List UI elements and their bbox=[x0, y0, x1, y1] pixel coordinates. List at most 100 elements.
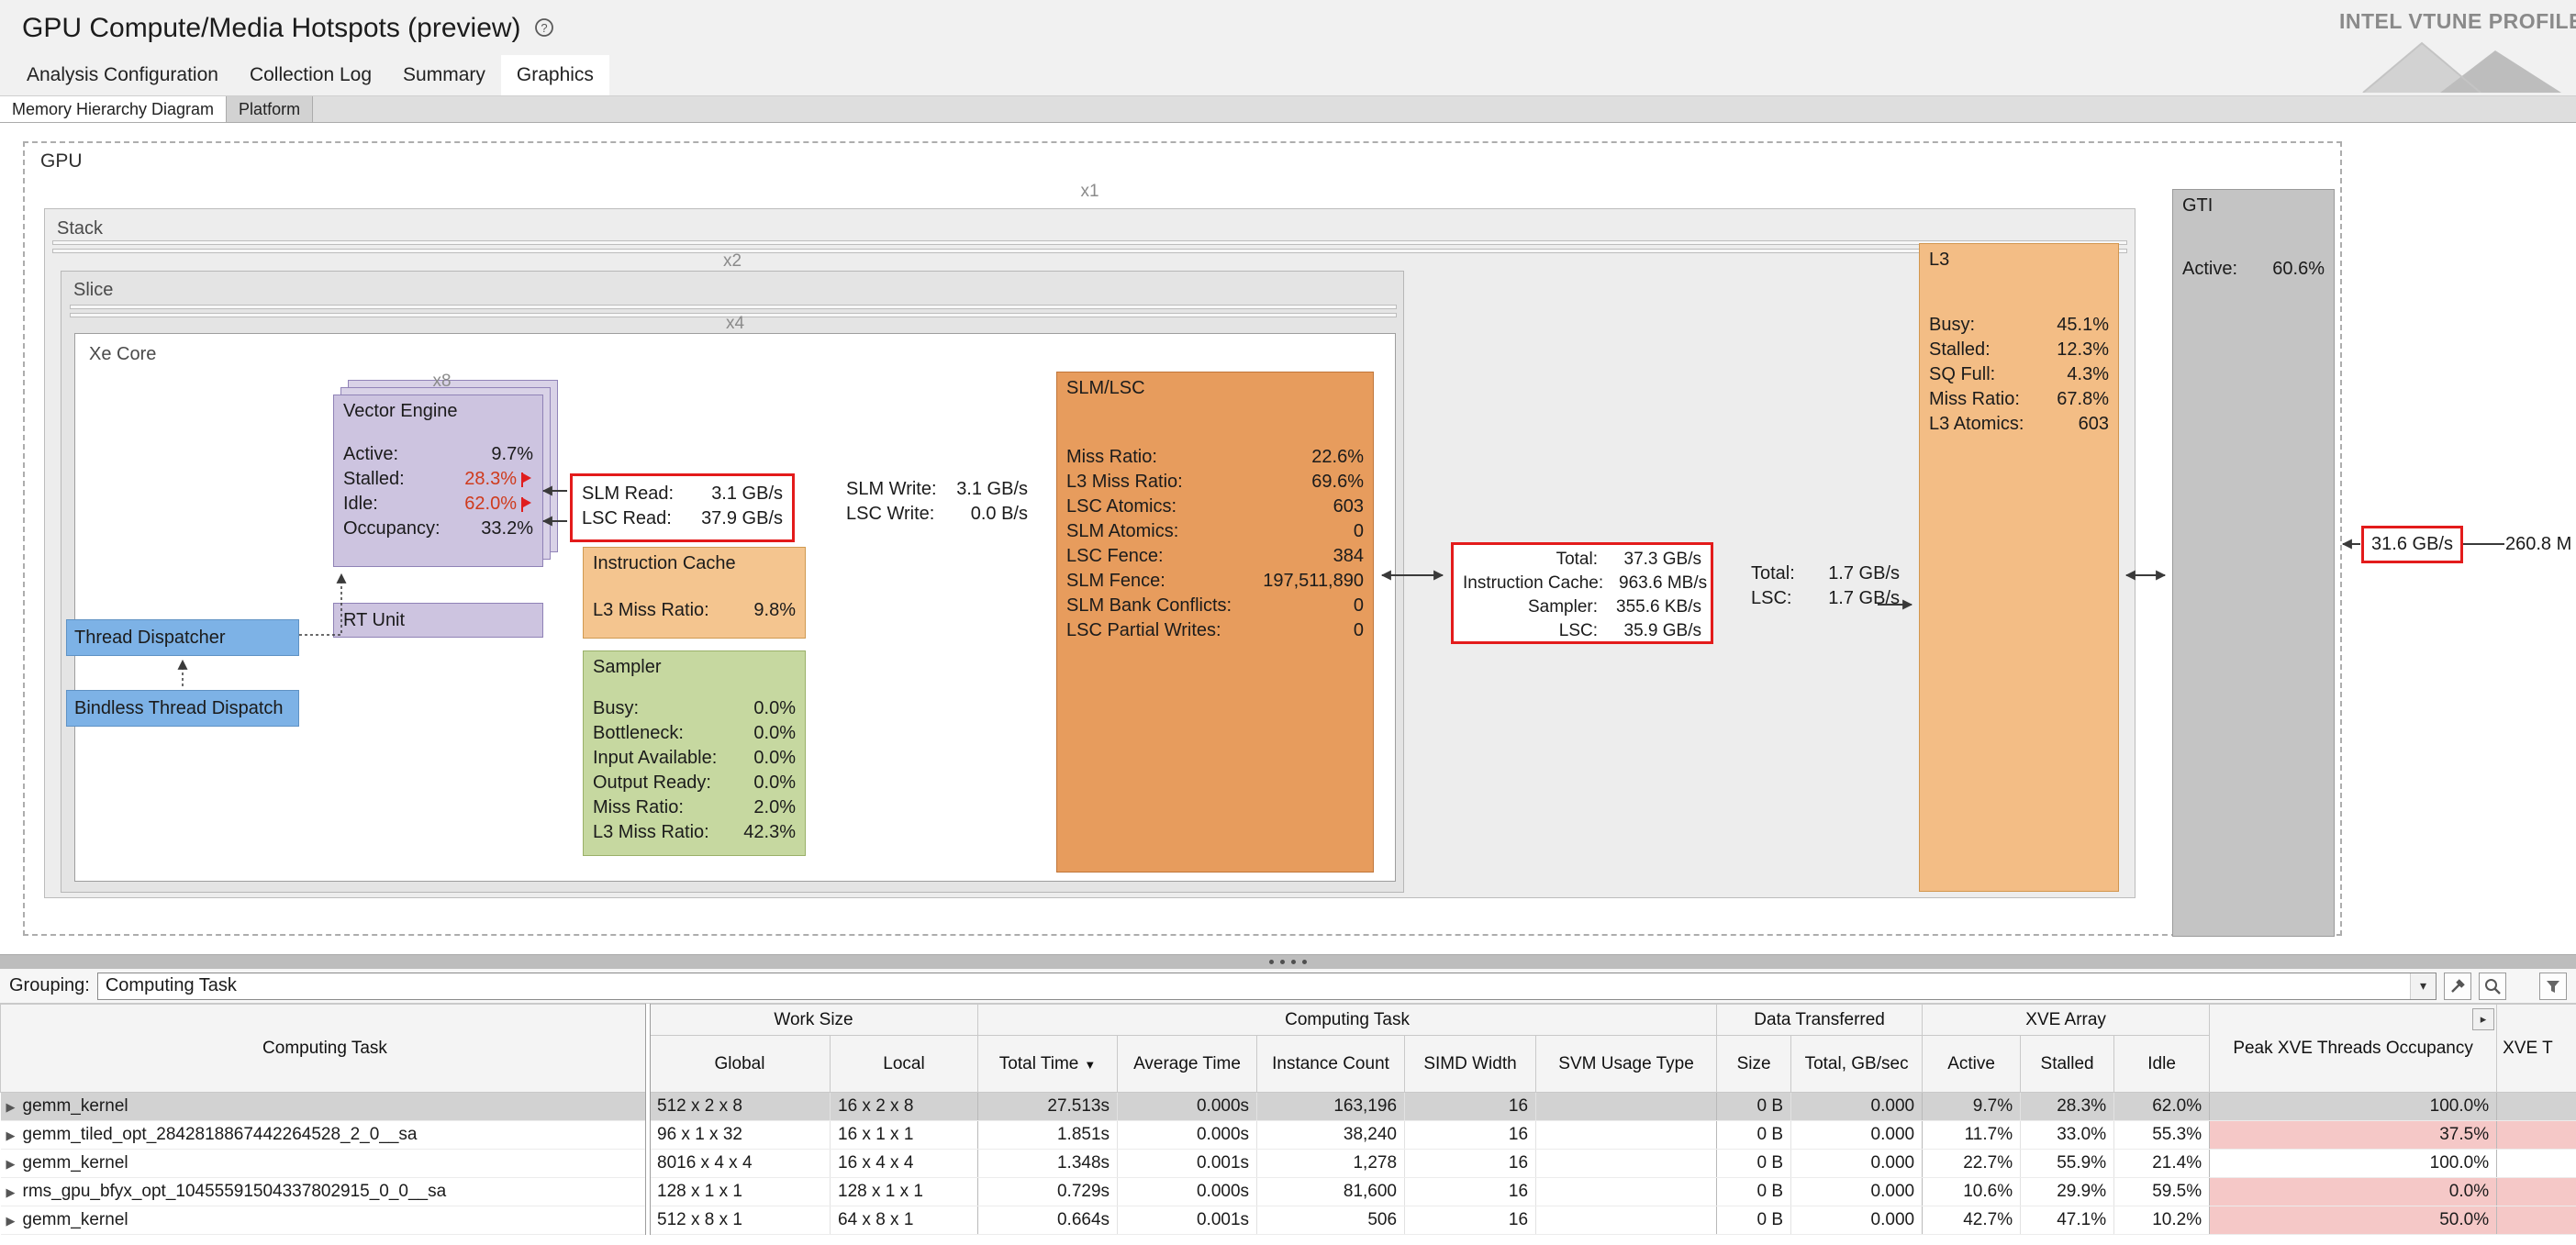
grouping-dropdown[interactable]: Computing Task ▾ bbox=[97, 973, 2437, 1000]
sort-desc-icon: ▼ bbox=[1084, 1058, 1096, 1072]
metric-label: SLM Write: bbox=[846, 477, 956, 502]
sampler-title: Sampler bbox=[584, 651, 805, 678]
col-idle[interactable]: Idle bbox=[2114, 1036, 2210, 1093]
expand-row-icon[interactable]: ▶ bbox=[6, 1214, 16, 1228]
metric-label: LSC: bbox=[1751, 586, 1828, 611]
col-active[interactable]: Active bbox=[1923, 1036, 2021, 1093]
tab-collection-log[interactable]: Collection Log bbox=[234, 55, 387, 95]
subtab-platform[interactable]: Platform bbox=[227, 96, 313, 122]
column-options-button[interactable]: ▸ bbox=[2472, 1008, 2494, 1030]
col-stalled[interactable]: Stalled bbox=[2021, 1036, 2114, 1093]
expand-row-icon[interactable]: ▶ bbox=[6, 1100, 16, 1114]
sampler-box[interactable]: Sampler Busy:0.0%Bottleneck:0.0%Input Av… bbox=[583, 650, 806, 856]
colgroup-work-size[interactable]: Work Size bbox=[650, 1005, 978, 1036]
cell: 38,240 bbox=[1257, 1121, 1405, 1150]
computing-task-cell[interactable]: ▶gemm_kernel bbox=[1, 1206, 650, 1235]
cell: 96 x 1 x 32 bbox=[650, 1121, 831, 1150]
instruction-cache-title: Instruction Cache bbox=[584, 548, 805, 574]
table-row[interactable]: ▶gemm_kernel512 x 2 x 816 x 2 x 827.513s… bbox=[1, 1093, 2576, 1121]
cell: 16 bbox=[1405, 1093, 1536, 1121]
metric-value: 0.0 B/s bbox=[971, 502, 1028, 527]
gti-box[interactable]: GTI Active:60.6% bbox=[2172, 189, 2335, 937]
metric-value: 37.9 GB/s bbox=[701, 506, 783, 531]
col-size[interactable]: Size bbox=[1717, 1036, 1791, 1093]
col-global[interactable]: Global bbox=[650, 1036, 831, 1093]
cell: 0.000 bbox=[1791, 1150, 1923, 1178]
metric-label: Sampler: bbox=[1463, 595, 1598, 619]
slm-write-metrics: SLM Write:3.1 GB/sLSC Write:0.0 B/s bbox=[846, 477, 1028, 527]
metric-value: 4.3% bbox=[2067, 362, 2109, 387]
metric-value: 0.0% bbox=[753, 721, 796, 746]
metric-row: L3 Miss Ratio:9.8% bbox=[593, 598, 796, 623]
table-row[interactable]: ▶gemm_kernel8016 x 4 x 416 x 4 x 41.348s… bbox=[1, 1150, 2576, 1178]
metric-row: L3 Atomics:603 bbox=[1929, 412, 2109, 437]
search-button[interactable] bbox=[2479, 973, 2506, 1000]
cell: 163,196 bbox=[1257, 1093, 1405, 1121]
col-instance-count[interactable]: Instance Count bbox=[1257, 1036, 1405, 1093]
metric-label: LSC Partial Writes: bbox=[1066, 618, 1354, 643]
slm-lsc-box[interactable]: SLM/LSC Miss Ratio:22.6%L3 Miss Ratio:69… bbox=[1056, 372, 1374, 873]
cell bbox=[1536, 1150, 1717, 1178]
help-icon[interactable]: ? bbox=[532, 17, 556, 40]
customize-grouping-button[interactable] bbox=[2444, 973, 2471, 1000]
l3-box[interactable]: L3 Busy:45.1%Stalled:12.3%SQ Full:4.3%Mi… bbox=[1919, 243, 2119, 892]
instruction-cache-box[interactable]: Instruction Cache L3 Miss Ratio:9.8% bbox=[583, 547, 806, 639]
table-row[interactable]: ▶gemm_kernel512 x 8 x 164 x 8 x 10.664s0… bbox=[1, 1206, 2576, 1235]
subtab-memory-hierarchy-diagram[interactable]: Memory Hierarchy Diagram bbox=[0, 96, 227, 122]
slm-write-bandwidth-text: SLM Write:3.1 GB/sLSC Write:0.0 B/s bbox=[846, 477, 1028, 527]
rt-unit-box[interactable]: RT Unit bbox=[333, 603, 543, 638]
metric-value: 22.6% bbox=[1311, 445, 1364, 470]
col-total-time[interactable]: Total Time▼ bbox=[978, 1036, 1118, 1093]
metric-label: L3 Miss Ratio: bbox=[1066, 470, 1311, 495]
computing-task-cell[interactable]: ▶gemm_kernel bbox=[1, 1093, 650, 1121]
col-computing-task[interactable]: Computing Task bbox=[1, 1005, 650, 1093]
sub-tab-bar: Memory Hierarchy Diagram Platform bbox=[0, 95, 2576, 123]
cell: 11.7% bbox=[1923, 1121, 2021, 1150]
colgroup-data-transferred[interactable]: Data Transferred bbox=[1717, 1005, 1923, 1036]
tab-graphics[interactable]: Graphics bbox=[501, 55, 609, 95]
expand-row-icon[interactable]: ▶ bbox=[6, 1185, 16, 1199]
vector-engine-box[interactable]: Vector Engine Active:9.7%Stalled:28.3%Id… bbox=[333, 395, 543, 567]
colgroup-computing-task[interactable]: Computing Task bbox=[978, 1005, 1717, 1036]
colgroup-xve-array[interactable]: XVE Array bbox=[1923, 1005, 2210, 1036]
metric-value: 67.8% bbox=[2057, 387, 2109, 412]
metric-value: 197,511,890 bbox=[1263, 569, 1364, 594]
expand-row-icon[interactable]: ▶ bbox=[6, 1157, 16, 1171]
pane-splitter[interactable] bbox=[0, 954, 2576, 969]
col-total-gb-sec[interactable]: Total, GB/sec bbox=[1791, 1036, 1923, 1093]
thread-dispatcher-box[interactable]: Thread Dispatcher bbox=[66, 619, 299, 656]
col-simd-width[interactable]: SIMD Width bbox=[1405, 1036, 1536, 1093]
splitter-grip-dot bbox=[1269, 960, 1274, 964]
metric-label: SLM Bank Conflicts: bbox=[1066, 594, 1354, 618]
cell: 0 B bbox=[1717, 1178, 1791, 1206]
metric-row: LSC Atomics:603 bbox=[1066, 495, 1364, 519]
expand-row-icon[interactable]: ▶ bbox=[6, 1128, 16, 1142]
tab-analysis-configuration[interactable]: Analysis Configuration bbox=[11, 55, 234, 95]
computing-task-cell[interactable]: ▶gemm_tiled_opt_2842818867442264528_2_0_… bbox=[1, 1121, 650, 1150]
frozen-column-divider[interactable] bbox=[645, 1004, 651, 1235]
metric-label: LSC Read: bbox=[582, 506, 701, 531]
col-xve-clipped[interactable]: XVE T bbox=[2497, 1005, 2576, 1093]
cell: 16 x 2 x 8 bbox=[831, 1093, 978, 1121]
table-row[interactable]: ▶gemm_tiled_opt_2842818867442264528_2_0_… bbox=[1, 1121, 2576, 1150]
computing-task-name: rms_gpu_bfyx_opt_10455591504337802915_0_… bbox=[23, 1182, 447, 1201]
col-average-time[interactable]: Average Time bbox=[1118, 1036, 1257, 1093]
cell: 29.9% bbox=[2021, 1178, 2114, 1206]
cell: 128 x 1 x 1 bbox=[831, 1178, 978, 1206]
computing-task-cell[interactable]: ▶gemm_kernel bbox=[1, 1150, 650, 1178]
cell bbox=[1536, 1121, 1717, 1150]
col-svm-usage-type[interactable]: SVM Usage Type bbox=[1536, 1036, 1717, 1093]
computing-task-cell[interactable]: ▶ rms_gpu_bfyx_opt_10455591504337802915_0… bbox=[1, 1178, 650, 1206]
metric-row: SLM Read:3.1 GB/s bbox=[582, 482, 783, 506]
bindless-thread-dispatch-box[interactable]: Bindless Thread Dispatch bbox=[66, 690, 299, 727]
col-peak-xve-threads-occupancy[interactable]: Peak XVE Threads Occupancy bbox=[2210, 1005, 2497, 1093]
table-row[interactable]: ▶ rms_gpu_bfyx_opt_10455591504337802915_0… bbox=[1, 1178, 2576, 1206]
filter-button[interactable] bbox=[2539, 973, 2567, 1000]
cell: 0 B bbox=[1717, 1093, 1791, 1121]
col-local[interactable]: Local bbox=[831, 1036, 978, 1093]
svg-text:?: ? bbox=[541, 21, 547, 35]
filter-funnel-icon bbox=[2544, 977, 2562, 995]
tab-summary[interactable]: Summary bbox=[387, 55, 501, 95]
metric-row: Miss Ratio:2.0% bbox=[593, 795, 796, 820]
cell: 81,600 bbox=[1257, 1178, 1405, 1206]
